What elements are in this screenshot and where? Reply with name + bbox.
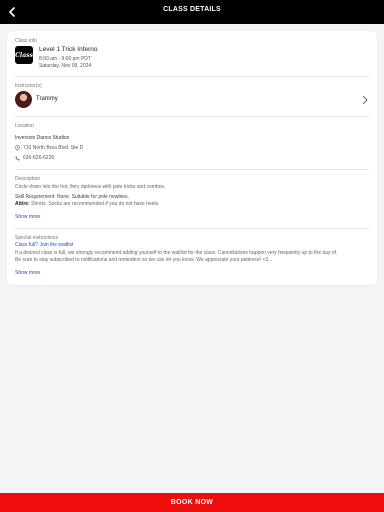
skill-requirement-label: Skill Requirement: xyxy=(15,194,56,200)
attire-value: Shorts. Socks are recommended if you do … xyxy=(31,201,160,207)
top-bar: CLASS DETAILS xyxy=(0,0,384,24)
special-instructions-line-1: If a desired class is full, we strongly … xyxy=(15,250,338,256)
phone-line[interactable]: 626-626-6226 xyxy=(15,155,54,161)
skill-requirement-line: Skill Requirement: None. Suitable for po… xyxy=(15,194,129,200)
special-instructions-line-2: Be sure to stay subscribed to notificati… xyxy=(15,257,273,263)
attire-label: Attire: xyxy=(15,201,30,207)
location-label: Location xyxy=(15,123,34,129)
phone-text: 626-626-6226 xyxy=(23,155,55,161)
special-instructions-show-more-link[interactable]: Show more xyxy=(15,270,40,276)
studio-name: Inversion Dance Studios xyxy=(15,135,70,141)
address-line[interactable]: 710 North Brea Blvd. Ste D xyxy=(15,145,83,151)
description-label: Description xyxy=(15,176,41,182)
attire-line: Attire: Shorts. Socks are recommended if… xyxy=(15,201,160,207)
class-details-card: Class info Class Level 1 Trick Inferno 8… xyxy=(7,31,377,285)
divider xyxy=(15,228,369,229)
divider xyxy=(15,169,369,170)
skill-requirement-value: None. Suitable for pole newbies. xyxy=(56,194,129,200)
address-text: 710 North Brea Blvd. Ste D xyxy=(23,145,84,151)
class-info-label: Class info xyxy=(15,38,37,44)
class-time: 8:00 am - 9:00 pm PDT xyxy=(39,56,91,62)
class-date: Saturday, Nov 09, 2024 xyxy=(39,63,92,69)
description-text: Circle down into the hot, fiery darkness… xyxy=(15,184,166,190)
special-instructions-label: Special instructions xyxy=(15,235,59,241)
chevron-right-icon xyxy=(363,96,368,104)
studio-logo: Class xyxy=(15,46,33,64)
book-now-button[interactable]: BOOK NOW xyxy=(0,493,384,512)
instructor-label: Instructor(s) xyxy=(15,83,42,89)
class-name: Level 1 Trick Inferno xyxy=(39,46,98,53)
instructor-row[interactable]: Trammy xyxy=(15,90,369,110)
phone-icon xyxy=(15,156,20,160)
divider xyxy=(15,76,369,77)
instructor-avatar xyxy=(15,91,32,108)
divider xyxy=(15,116,369,117)
waitlist-link[interactable]: Class full? Join the waitlist xyxy=(15,242,73,248)
instructor-name: Trammy xyxy=(36,96,58,102)
description-show-more-link[interactable]: Show more xyxy=(15,214,40,220)
map-pin-icon xyxy=(15,145,20,151)
page-title: CLASS DETAILS xyxy=(163,6,221,13)
